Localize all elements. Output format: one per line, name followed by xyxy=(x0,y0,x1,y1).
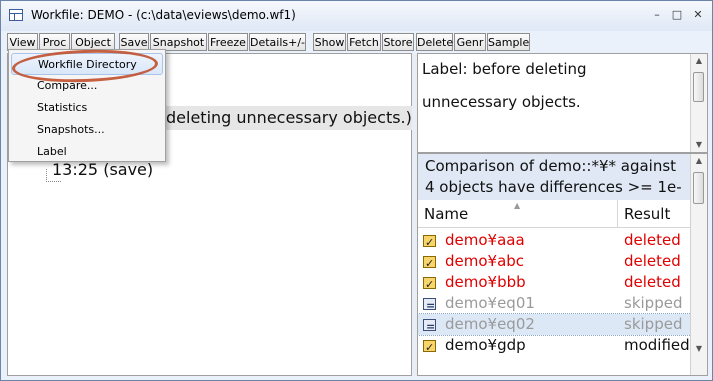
close-icon[interactable]: ✕ xyxy=(689,8,707,22)
scroll-down-icon[interactable]: ▼ xyxy=(691,138,707,152)
snapshot-details: Label: before deleting unnecessary objec… xyxy=(417,53,708,376)
comparison-header: Comparison of demo::*¥* against 4 object… xyxy=(418,154,693,200)
row-result: deleted xyxy=(624,252,681,270)
show-button[interactable]: Show xyxy=(313,33,346,51)
column-header-name[interactable]: Name ▲ xyxy=(418,200,618,228)
tree-item-label[interactable]: deleting unnecessary objects.) xyxy=(162,106,412,130)
series-icon xyxy=(423,253,436,274)
sort-ascending-icon: ▲ xyxy=(514,201,521,210)
row-name: demo¥aaa xyxy=(445,231,525,249)
series-icon xyxy=(423,274,436,295)
row-result: modified xyxy=(624,336,690,354)
genr-button[interactable]: Genr xyxy=(454,33,486,51)
row-name: demo¥eq02 xyxy=(445,315,535,333)
equation-icon xyxy=(423,316,436,337)
scroll-up-icon[interactable]: ▲ xyxy=(691,54,707,68)
table-row[interactable]: demo¥eq02 skipped xyxy=(418,313,694,337)
row-name: demo¥bbb xyxy=(445,273,526,291)
comparison-title: Comparison of demo::*¥* against xyxy=(425,157,677,175)
label-line-2: unnecessary objects. xyxy=(422,93,581,111)
scroll-thumb[interactable] xyxy=(693,72,704,102)
menu-item-snapshots[interactable]: Snapshots... xyxy=(9,119,165,141)
column-header-result[interactable]: Result xyxy=(618,200,693,228)
menu-item-label[interactable]: Label xyxy=(9,141,165,163)
scroll-thumb[interactable] xyxy=(693,172,704,204)
scroll-up-icon[interactable]: ▲ xyxy=(691,154,707,168)
sample-button[interactable]: Sample xyxy=(487,33,530,51)
maximize-icon[interactable]: □ xyxy=(668,8,686,22)
series-icon xyxy=(423,337,436,358)
table-row[interactable]: demo¥aaa deleted xyxy=(418,230,693,253)
label-scrollbar[interactable]: ▲ ▼ xyxy=(690,54,707,152)
row-name: demo¥eq01 xyxy=(445,294,535,312)
minimize-icon[interactable]: – xyxy=(648,8,666,22)
title-bar[interactable]: Workfile: DEMO - (c:\data\eviews\demo.wf… xyxy=(1,1,712,31)
scroll-down-icon[interactable]: ▼ xyxy=(691,342,707,356)
table-row[interactable]: demo¥abc deleted xyxy=(418,251,693,274)
table-row[interactable]: demo¥eq01 skipped xyxy=(418,293,693,316)
row-name: demo¥abc xyxy=(445,252,525,270)
label-line-1: Label: before deleting xyxy=(422,60,587,78)
store-button[interactable]: Store xyxy=(382,33,414,51)
row-result: skipped xyxy=(624,294,683,312)
table-row[interactable]: demo¥gdp modified xyxy=(418,335,693,358)
window-title: Workfile: DEMO - (c:\data\eviews\demo.wf… xyxy=(31,8,296,22)
row-result: skipped xyxy=(624,315,683,333)
series-icon xyxy=(423,232,436,253)
row-result: deleted xyxy=(624,273,681,291)
comparison-scrollbar[interactable]: ▲ ▼ xyxy=(690,154,707,375)
workfile-icon xyxy=(9,9,23,21)
menu-item-statistics[interactable]: Statistics xyxy=(9,97,165,119)
equation-icon xyxy=(423,295,436,316)
row-result: deleted xyxy=(624,231,681,249)
comparison-summary: 4 objects have differences >= 1e- xyxy=(425,178,682,196)
freeze-button[interactable]: Freeze xyxy=(208,33,248,51)
column-name-label: Name xyxy=(424,205,469,223)
table-row[interactable]: demo¥bbb deleted xyxy=(418,272,693,295)
comparison-panel: Comparison of demo::*¥* against 4 object… xyxy=(417,153,708,376)
fetch-button[interactable]: Fetch xyxy=(347,33,381,51)
details-button[interactable]: Details+/- xyxy=(249,33,306,51)
delete-button[interactable]: Delete xyxy=(416,33,453,51)
label-panel: Label: before deleting unnecessary objec… xyxy=(417,53,708,153)
row-name: demo¥gdp xyxy=(445,336,526,354)
